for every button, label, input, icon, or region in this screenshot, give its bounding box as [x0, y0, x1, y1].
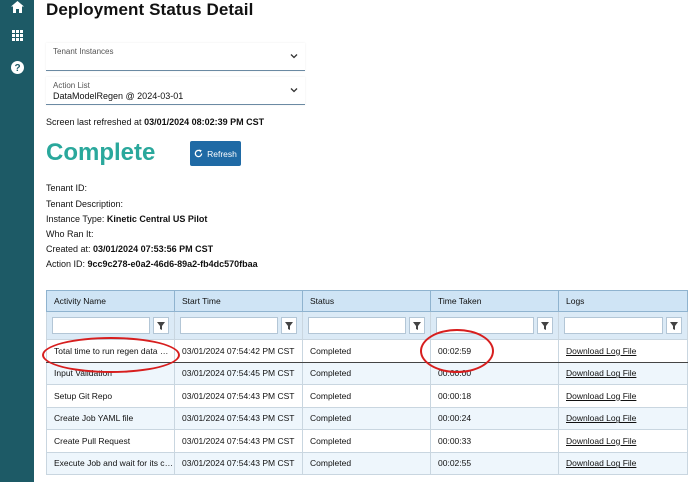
- status-cell: Completed: [302, 429, 431, 453]
- activity-name-cell: Create Job YAML file: [46, 406, 175, 430]
- status-cell: Completed: [302, 406, 431, 430]
- status-cell: Completed: [302, 451, 431, 475]
- filter-icon[interactable]: [281, 317, 297, 334]
- column-header-start-time[interactable]: Start Time: [174, 290, 303, 312]
- filter-icon[interactable]: [537, 317, 553, 334]
- tenant-instances-dropdown[interactable]: Tenant Instances: [46, 43, 305, 71]
- download-log-link[interactable]: Download Log File: [566, 346, 636, 356]
- svg-text:?: ?: [14, 63, 20, 74]
- start-time-cell: 03/01/2024 07:54:45 PM CST: [174, 361, 303, 385]
- activity-name-cell: Input Validation: [46, 361, 175, 385]
- download-log-link[interactable]: Download Log File: [566, 391, 636, 401]
- time-taken-cell: 00:00:33: [430, 429, 559, 453]
- table-row[interactable]: Setup Git Repo 03/01/2024 07:54:43 PM CS…: [46, 384, 688, 408]
- refresh-button-label: Refresh: [207, 148, 237, 159]
- created-at: Created at: 03/01/2024 07:53:56 PM CST: [46, 244, 214, 254]
- time-taken-cell: 00:02:59: [430, 339, 559, 363]
- start-time-cell: 03/01/2024 07:54:43 PM CST: [174, 406, 303, 430]
- tenant-description: Tenant Description:: [46, 199, 124, 209]
- column-header-status[interactable]: Status: [302, 290, 431, 312]
- activity-name-cell: Create Pull Request: [46, 429, 175, 453]
- status-cell: Completed: [302, 384, 431, 408]
- download-log-link[interactable]: Download Log File: [566, 458, 636, 468]
- activity-name-cell: Setup Git Repo: [46, 384, 175, 408]
- who-ran-it: Who Ran It:: [46, 229, 94, 239]
- table-row[interactable]: Total time to run regen data model 03/01…: [46, 339, 688, 363]
- action-id: Action ID: 9cc9c278-e0a2-46d6-89a2-fb4dc…: [46, 259, 258, 269]
- time-taken-cell: 00:00:18: [430, 384, 559, 408]
- start-time-cell: 03/01/2024 07:54:43 PM CST: [174, 384, 303, 408]
- activity-name-cell: Total time to run regen data model: [46, 339, 175, 363]
- table-row[interactable]: Create Pull Request 03/01/2024 07:54:43 …: [46, 429, 688, 453]
- chevron-down-icon: [290, 54, 298, 59]
- start-time-cell: 03/01/2024 07:54:43 PM CST: [174, 429, 303, 453]
- activity-name-filter-input[interactable]: [52, 317, 150, 334]
- time-taken-cell: 00:02:55: [430, 451, 559, 475]
- column-header-logs[interactable]: Logs: [558, 290, 688, 312]
- deployment-status: Complete: [46, 139, 156, 166]
- chevron-down-icon: [290, 88, 298, 93]
- instance-type: Instance Type: Kinetic Central US Pilot: [46, 214, 208, 224]
- status-filter-input[interactable]: [308, 317, 406, 334]
- status-cell: Completed: [302, 361, 431, 385]
- column-header-time-taken[interactable]: Time Taken: [430, 290, 559, 312]
- table-row[interactable]: Create Job YAML file 03/01/2024 07:54:43…: [46, 406, 688, 430]
- action-list-value: DataModelRegen @ 2024-03-01: [53, 91, 184, 101]
- start-time-filter-input[interactable]: [180, 317, 278, 334]
- last-refreshed-timestamp: 03/01/2024 08:02:39 PM CST: [144, 117, 265, 127]
- start-time-cell: 03/01/2024 07:54:43 PM CST: [174, 451, 303, 475]
- filter-row: [46, 311, 688, 340]
- tenant-instances-label: Tenant Instances: [53, 47, 114, 56]
- table-row[interactable]: Input Validation 03/01/2024 07:54:45 PM …: [46, 361, 688, 385]
- filter-icon[interactable]: [153, 317, 169, 334]
- time-taken-filter-input[interactable]: [436, 317, 534, 334]
- page-title: Deployment Status Detail: [46, 0, 254, 19]
- time-taken-cell: 00:00:24: [430, 406, 559, 430]
- download-log-link[interactable]: Download Log File: [566, 368, 636, 378]
- refresh-icon: [194, 149, 203, 158]
- filter-icon[interactable]: [409, 317, 425, 334]
- download-log-link[interactable]: Download Log File: [566, 436, 636, 446]
- logs-filter-input[interactable]: [564, 317, 663, 334]
- status-cell: Completed: [302, 339, 431, 363]
- apps-grid-icon[interactable]: [8, 26, 26, 44]
- sidebar: ?: [0, 0, 34, 482]
- home-icon[interactable]: [8, 0, 26, 16]
- last-refreshed-text: Screen last refreshed at 03/01/2024 08:0…: [46, 117, 265, 127]
- start-time-cell: 03/01/2024 07:54:42 PM CST: [174, 339, 303, 363]
- refresh-button[interactable]: Refresh: [190, 141, 241, 166]
- help-icon[interactable]: ?: [8, 58, 26, 76]
- time-taken-cell: 00:00:00: [430, 361, 559, 385]
- table-header-row: Activity Name Start Time Status Time Tak…: [46, 290, 688, 312]
- activity-table: Activity Name Start Time Status Time Tak…: [46, 290, 688, 475]
- action-list-label: Action List: [53, 81, 90, 90]
- action-list-dropdown[interactable]: Action List DataModelRegen @ 2024-03-01: [46, 77, 305, 105]
- main-content: Deployment Status Detail Tenant Instance…: [46, 0, 690, 482]
- activity-name-cell: Execute Job and wait for its completion: [46, 451, 175, 475]
- table-row[interactable]: Execute Job and wait for its completion …: [46, 451, 688, 475]
- column-header-activity-name[interactable]: Activity Name: [46, 290, 175, 312]
- tenant-id: Tenant ID:: [46, 183, 88, 193]
- download-log-link[interactable]: Download Log File: [566, 413, 636, 423]
- filter-icon[interactable]: [666, 317, 682, 334]
